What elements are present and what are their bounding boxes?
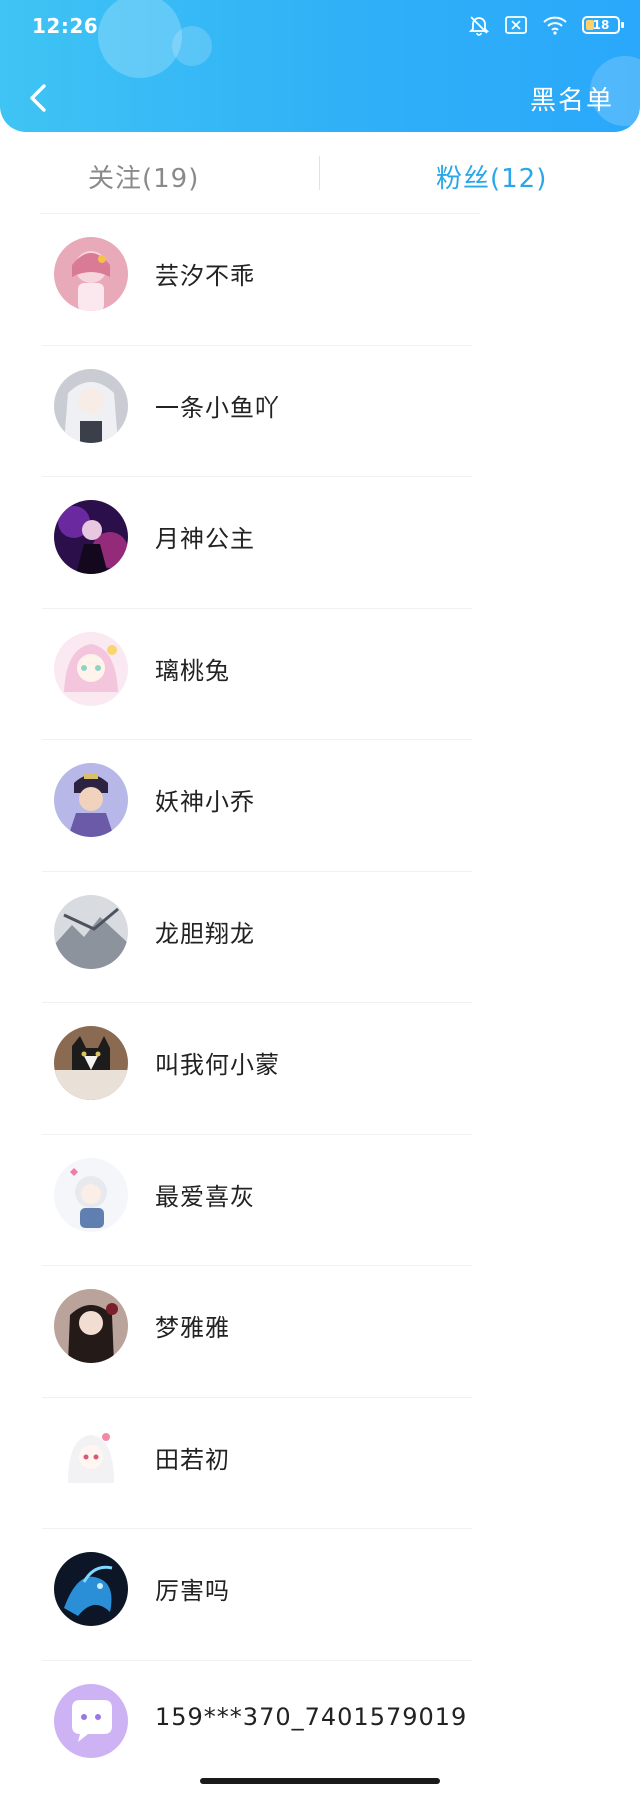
decorative-bubble — [98, 0, 182, 78]
tab-fans[interactable]: 粉丝(12) — [436, 158, 547, 195]
fan-name: 月神公主 — [155, 525, 255, 553]
fan-row[interactable]: 月神公主 — [0, 477, 640, 609]
fan-row[interactable]: 璃桃兔 — [0, 609, 640, 740]
fan-name: 龙胆翔龙 — [155, 919, 255, 948]
white-hair-anime-girl-avatar — [54, 1420, 128, 1495]
purple-dark-character-avatar — [54, 500, 128, 574]
tab-divider — [319, 156, 320, 190]
bell-muted-icon — [468, 14, 490, 36]
fan-row[interactable]: 159***370_7401579019 — [0, 1661, 640, 1793]
fan-name: 梦雅雅 — [155, 1314, 230, 1342]
status-time: 12:26 — [32, 14, 99, 38]
battery-icon: 18 — [582, 16, 624, 34]
decorative-bubble — [172, 26, 212, 66]
fan-row[interactable]: 芸汐不乖 — [0, 214, 640, 346]
fan-row[interactable]: 叫我何小蒙 — [0, 1003, 640, 1135]
chibi-anime-avatar — [54, 1157, 128, 1232]
blacklist-button[interactable]: 黑名单 — [530, 80, 614, 117]
fan-row[interactable]: 最爱喜灰 — [0, 1135, 640, 1266]
fan-row[interactable]: 一条小鱼吖 — [0, 346, 640, 477]
blue-dragon-avatar — [54, 1552, 128, 1626]
fan-name: 最爱喜灰 — [155, 1182, 255, 1211]
status-icons: 18 — [468, 14, 624, 36]
dark-hair-girl-avatar — [54, 1289, 128, 1363]
fan-name: 一条小鱼吖 — [155, 393, 280, 422]
battery-level: 18 — [592, 18, 610, 32]
back-button[interactable] — [20, 76, 56, 120]
silver-hair-anime-avatar — [54, 368, 128, 443]
home-indicator[interactable] — [200, 1778, 440, 1784]
follow-tabs: 关注(19) 粉丝(12) — [0, 140, 640, 210]
sim-x-icon — [504, 15, 528, 35]
fan-name: 妖神小乔 — [155, 788, 255, 816]
fan-name: 159***370_7401579019 — [155, 1702, 468, 1731]
fan-row[interactable]: 厉害吗 — [0, 1529, 640, 1661]
fan-row[interactable]: 妖神小乔 — [0, 740, 640, 872]
fan-name: 田若初 — [155, 1445, 230, 1474]
fans-list: 芸汐不乖 一条小鱼吖 月神公主 璃桃兔 妖神小乔 龙胆翔龙 叫我何小蒙 最爱喜灰… — [0, 214, 640, 1792]
fan-name: 厉害吗 — [155, 1577, 230, 1605]
costume-actor-avatar — [54, 763, 128, 837]
black-white-cat-avatar — [54, 1026, 128, 1100]
default-chat-bubble-avatar — [54, 1683, 128, 1758]
top-header: 12:26 18 黑名单 — [0, 0, 640, 132]
tab-following[interactable]: 关注(19) — [88, 158, 199, 195]
fan-name: 叫我何小蒙 — [155, 1051, 280, 1079]
fan-row[interactable]: 龙胆翔龙 — [0, 872, 640, 1003]
fan-name: 芸汐不乖 — [155, 262, 255, 290]
fan-row[interactable]: 梦雅雅 — [0, 1266, 640, 1398]
grey-landscape-avatar — [54, 894, 128, 969]
pastel-anime-girl-avatar — [54, 631, 128, 706]
wifi-icon — [542, 15, 568, 35]
fan-row[interactable]: 田若初 — [0, 1398, 640, 1529]
chevron-left-icon — [30, 84, 46, 112]
fan-name: 璃桃兔 — [155, 656, 230, 685]
pink-anime-girl-avatar — [54, 237, 128, 311]
